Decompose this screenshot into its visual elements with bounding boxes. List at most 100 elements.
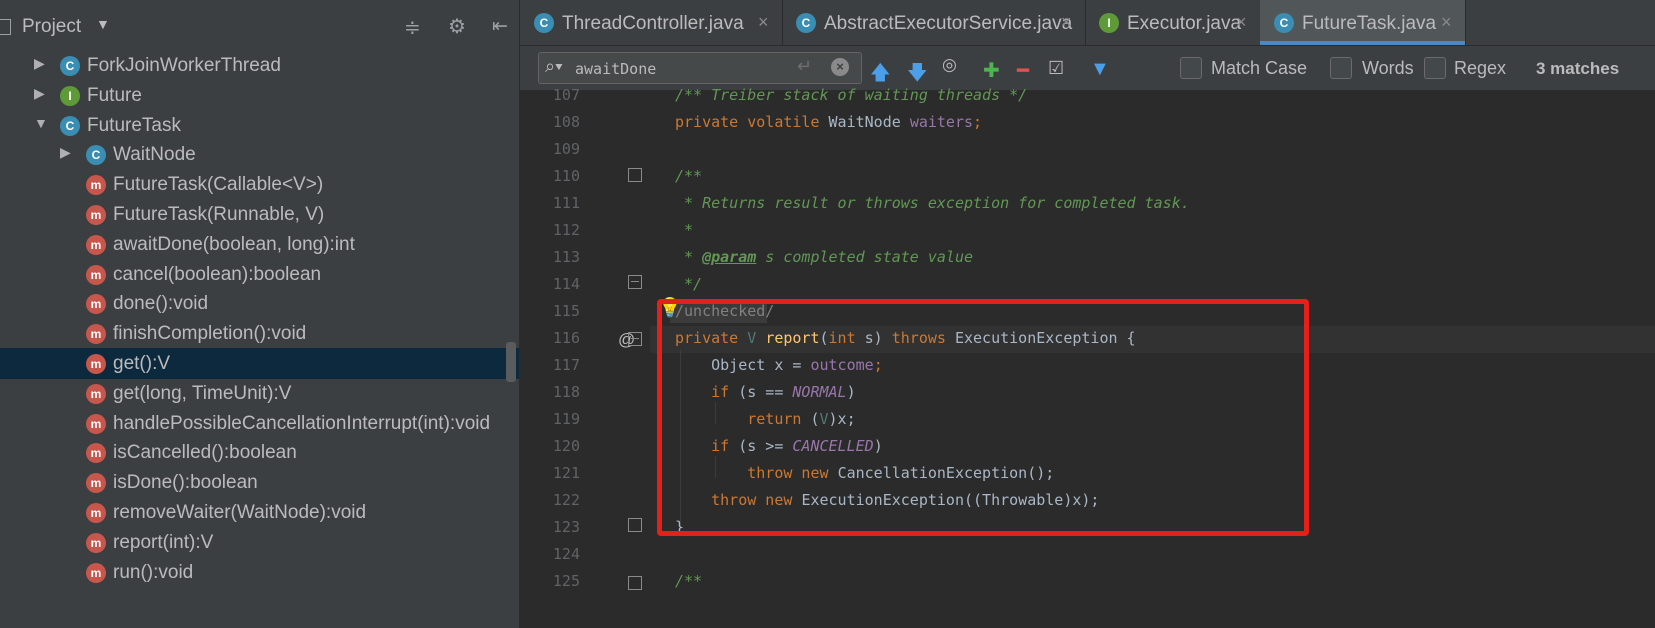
editor-tab[interactable]: C ThreadController.java × xyxy=(520,0,783,45)
regex-label: Regex xyxy=(1454,58,1507,78)
code: CancellationException(); xyxy=(837,464,1055,482)
editor-tab[interactable]: C AbstractExecutorService.java × xyxy=(782,0,1086,45)
words-checkbox[interactable] xyxy=(1330,57,1352,79)
tree-item[interactable]: ▶ I Future xyxy=(0,80,519,111)
tree-item-label: done():void xyxy=(113,293,209,315)
param: s) xyxy=(855,329,892,347)
collapsed-arrow-icon[interactable]: ▶ xyxy=(60,144,71,161)
collapsed-arrow-icon[interactable]: ▶ xyxy=(34,55,45,72)
fold-marker[interactable] xyxy=(628,332,642,346)
tree-item[interactable]: m handlePossibleCancellationInterrupt(int… xyxy=(0,408,519,439)
punct: ( xyxy=(819,329,829,347)
tree-item-label: handlePossibleCancellationInterrupt(int)… xyxy=(113,412,491,434)
project-panel-title[interactable]: Project xyxy=(22,16,81,38)
tree-scrollbar[interactable] xyxy=(506,342,516,382)
tree-item[interactable]: m cancel(boolean):boolean xyxy=(0,259,519,290)
line-number: 125 xyxy=(552,572,580,590)
line-number: 112 xyxy=(552,221,580,239)
tree-item[interactable]: m report(int):V xyxy=(0,527,519,558)
collapsed-arrow-icon[interactable]: ▶ xyxy=(34,85,45,102)
editor-tab[interactable]: I Executor.java × xyxy=(1085,0,1261,45)
constant: CANCELLED xyxy=(792,437,874,455)
fold-marker[interactable] xyxy=(628,576,642,590)
tree-item-label: isCancelled():boolean xyxy=(113,442,297,464)
tree-item[interactable]: m done():void xyxy=(0,288,519,319)
remove-selection-icon[interactable]: ━ xyxy=(1017,58,1029,83)
match-case-checkbox[interactable] xyxy=(1180,57,1202,79)
regex-checkbox[interactable] xyxy=(1424,57,1446,79)
field: waiters xyxy=(909,113,974,131)
tree-item[interactable]: m awaitDone(boolean, long):int xyxy=(0,229,519,260)
fold-marker[interactable] xyxy=(628,168,642,182)
fold-marker[interactable] xyxy=(628,518,642,532)
close-icon[interactable]: × xyxy=(1441,12,1452,33)
line-number: 108 xyxy=(552,113,580,131)
tab-label: FutureTask.java xyxy=(1302,13,1437,34)
line-number: 124 xyxy=(552,545,580,563)
tab-label: Executor.java xyxy=(1127,13,1242,34)
tree-item-label: run():void xyxy=(113,561,194,583)
javadoc-tag: @param xyxy=(702,248,757,266)
tree-item[interactable]: m isDone():boolean xyxy=(0,467,519,498)
code-editor[interactable]: 107 108 109 110 111 112 113 114 115 116 117 118 119 1… xyxy=(520,86,1655,628)
method-name: report xyxy=(765,329,820,347)
editor-area: C ThreadController.java × C AbstractExecutor… xyxy=(520,0,1655,628)
find-bar: ⌕▾ ↵ × 🡅 🡇 ◎ ✚ ━ ☑ ▼ Match Case Words Re… xyxy=(520,46,1655,90)
line-number: 115 xyxy=(552,302,580,320)
gear-icon[interactable]: ⚙ xyxy=(448,14,466,39)
clear-search-icon[interactable]: × xyxy=(831,58,849,76)
tree-item[interactable]: ▶ C WaitNode xyxy=(0,139,519,170)
tree-item[interactable]: ▼ C FutureTask xyxy=(0,110,519,141)
select-all-occurrences-icon[interactable]: ☑ xyxy=(1048,58,1064,79)
method-icon: m xyxy=(86,324,106,345)
filter-icon[interactable]: ▼ xyxy=(1090,58,1110,81)
line-number: 111 xyxy=(552,194,580,212)
code-line-122: throw new ExecutionException((Throwable)… xyxy=(675,491,1099,509)
punct: ; xyxy=(873,356,883,374)
code-line-123: } xyxy=(675,518,685,536)
method-icon: m xyxy=(86,354,106,374)
method-icon: m xyxy=(86,413,106,434)
tree-item-label: WaitNode xyxy=(113,144,196,166)
tree-item-label: get():V xyxy=(113,353,171,374)
chevron-down-icon[interactable]: ▼ xyxy=(96,16,110,32)
search-input[interactable] xyxy=(575,59,775,79)
tree-item[interactable]: m get():V xyxy=(0,348,519,379)
collapse-all-icon[interactable]: ≑ xyxy=(404,15,421,40)
tree-item[interactable]: m finishCompletion():void xyxy=(0,318,519,349)
close-icon[interactable]: × xyxy=(1061,12,1072,33)
fold-marker[interactable] xyxy=(628,275,642,289)
tree-item[interactable]: m FutureTask(Callable<V>) xyxy=(0,169,519,200)
tree-item[interactable]: m get(long, TimeUnit):V xyxy=(0,378,519,409)
keyword: throw new xyxy=(675,464,838,482)
code-line-119: return (V)x; xyxy=(675,410,856,428)
tree-item[interactable]: m FutureTask(Runnable, V) xyxy=(0,199,519,230)
tree-item-label: report(int):V xyxy=(113,531,214,553)
tree-item-label: ForkJoinWorkerThread xyxy=(87,55,281,76)
editor-tab[interactable]: C FutureTask.java × xyxy=(1260,0,1466,45)
search-box[interactable]: ⌕▾ ↵ × xyxy=(538,52,862,84)
tree-item[interactable]: ▶ C ForkJoinWorkerThread xyxy=(0,50,519,81)
code-line-107: /** Treiber stack of waiting threads */ xyxy=(675,86,1028,104)
type-param: V xyxy=(747,329,766,347)
tree-item[interactable]: m isCancelled():boolean xyxy=(0,437,519,468)
class-icon: C xyxy=(1274,13,1294,33)
expanded-arrow-icon[interactable]: ▼ xyxy=(34,115,48,131)
comment: * xyxy=(675,248,703,266)
code: )x; xyxy=(828,410,856,428)
close-icon[interactable]: × xyxy=(1236,12,1247,33)
project-panel: Project ▼ ≑ ⚙ ⇤ ▶ C ForkJoinWorkerThread ▶ I… xyxy=(0,0,519,628)
line-number: 113 xyxy=(552,248,580,266)
tree-item-label: cancel(boolean):boolean xyxy=(113,263,322,285)
tree-item[interactable]: m removeWaiter(WaitNode):void xyxy=(0,497,519,528)
line-number-gutter: 107 108 109 110 111 112 113 114 115 116 117 118 119 1… xyxy=(520,86,600,628)
line-number: 110 xyxy=(552,167,580,185)
code: (s == xyxy=(738,383,793,401)
words-label: Words xyxy=(1362,58,1414,78)
tree-item[interactable]: m run():void xyxy=(0,557,519,588)
search-icon[interactable]: ⌕▾ xyxy=(545,56,563,77)
hide-panel-icon[interactable]: ⇤ xyxy=(492,15,508,38)
find-all-icon[interactable]: ◎ xyxy=(942,55,957,75)
close-icon[interactable]: × xyxy=(758,12,769,33)
add-selection-icon[interactable]: ✚ xyxy=(983,58,1000,83)
